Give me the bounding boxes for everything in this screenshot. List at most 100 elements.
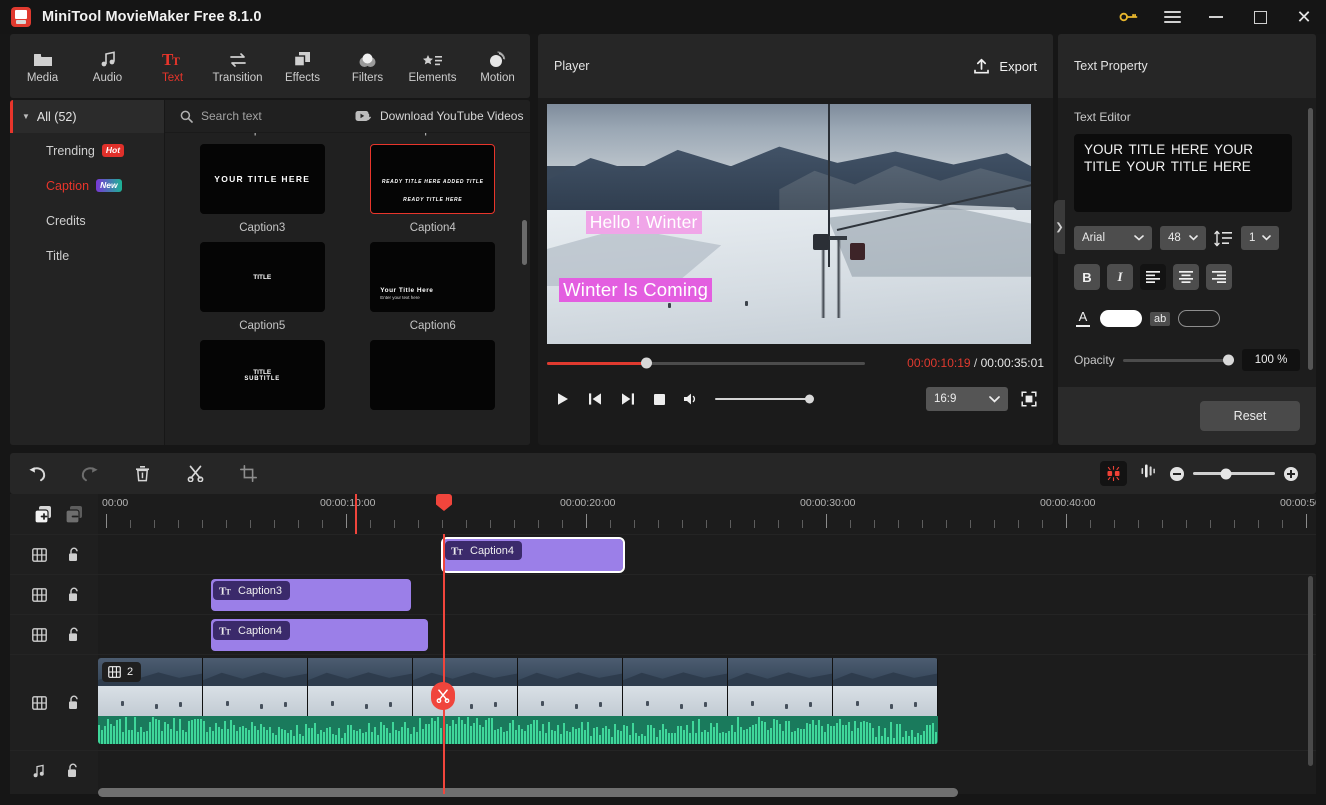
auto-split-button[interactable] [1100,461,1127,486]
stop-button[interactable] [643,384,675,414]
film-icon[interactable] [32,695,47,710]
waveform-bar [443,728,445,744]
play-button[interactable] [547,384,579,414]
timeline-horizontal-scrollbar[interactable] [98,788,958,797]
music-note-icon[interactable] [32,764,46,778]
outline-color-swatch[interactable] [1178,310,1221,327]
outline-color-button[interactable]: ab [1150,311,1171,326]
remove-track-icon[interactable] [65,505,84,524]
tab-elements[interactable]: Elements [401,48,465,84]
category-title[interactable]: Title [10,238,164,273]
preview-caption-2[interactable]: Winter Is Coming [559,278,713,302]
opacity-slider[interactable] [1122,354,1234,366]
zoom-knob[interactable] [1220,468,1232,479]
align-right-button[interactable] [1206,264,1232,290]
progress-slider[interactable] [547,357,865,369]
font-color-button[interactable]: A [1074,310,1092,327]
timeline-track-text-2[interactable]: TT Caption3 [98,574,1316,614]
line-spacing-icon[interactable] [1214,230,1233,247]
redo-button[interactable] [63,453,116,494]
template-thumbnail-caption3[interactable]: TITLE [199,242,325,312]
preview-caption-1[interactable]: Hello ! Winter [585,210,702,234]
main-menu-button[interactable] [1150,0,1194,34]
previous-frame-button[interactable] [579,384,611,414]
template-thumbnail-caption6[interactable] [370,340,496,410]
maximize-button[interactable] [1238,0,1282,34]
timeline-track-video-main[interactable]: 2 [98,654,1316,750]
progress-knob[interactable] [640,357,652,369]
volume-knob[interactable] [805,394,814,404]
template-thumbnail-caption2[interactable]: READY TITLE HERE ADDED TITLE READY TITLE… [370,144,496,214]
font-color-swatch[interactable] [1100,310,1142,327]
playhead-split-button[interactable] [431,682,455,710]
search-input[interactable]: Search text [165,109,355,123]
unlock-icon[interactable] [66,763,79,778]
tab-effects[interactable]: Effects [271,48,335,84]
film-icon[interactable] [32,587,47,602]
bold-button[interactable]: B [1074,264,1100,290]
aspect-ratio-select[interactable]: 16:9 [926,387,1008,411]
tab-text[interactable]: TT Text [141,48,205,84]
font-size-select[interactable]: 48 [1160,226,1206,250]
tab-audio[interactable]: Audio [76,48,140,84]
delete-button[interactable] [116,453,169,494]
audio-detach-button[interactable] [1141,463,1156,484]
export-button[interactable]: Export [973,58,1037,75]
download-youtube-button[interactable]: Download YouTube Videos [355,109,523,123]
volume-slider[interactable] [715,394,814,404]
category-all[interactable]: ▼ All (52) [10,100,164,133]
film-icon[interactable] [32,627,47,642]
waveform-bar [581,722,583,744]
timeline-vertical-scrollbar[interactable] [1308,576,1313,766]
tab-media[interactable]: Media [11,48,75,84]
zoom-in-button[interactable] [1284,466,1298,481]
add-track-icon[interactable] [34,505,53,524]
volume-button[interactable] [675,384,707,414]
timeline-track-text-3[interactable]: TT Caption4 [98,614,1316,654]
next-frame-button[interactable] [611,384,643,414]
undo-button[interactable] [10,453,63,494]
video-preview[interactable]: Hello ! Winter Winter Is Coming [547,104,1031,344]
template-thumbnail-caption5[interactable]: TITLE SUBTITLE [199,340,325,410]
film-icon[interactable] [32,547,47,562]
fullscreen-button[interactable] [1014,386,1044,412]
category-caption[interactable]: Caption New [10,168,164,203]
opacity-value[interactable]: 100 % [1242,349,1300,371]
minimize-button[interactable] [1194,0,1238,34]
opacity-knob[interactable] [1223,354,1234,366]
tab-transition[interactable]: Transition [206,48,270,84]
align-center-button[interactable] [1173,264,1199,290]
unlock-icon[interactable] [67,627,80,642]
font-family-select[interactable]: Arial [1074,226,1152,250]
zoom-slider[interactable] [1193,468,1275,479]
category-trending[interactable]: Trending Hot [10,133,164,168]
crop-button[interactable] [222,453,275,494]
timeline-track-audio[interactable] [98,750,1316,790]
clip-video-main[interactable]: 2 [98,658,938,744]
italic-button[interactable]: I [1107,264,1133,290]
close-button[interactable]: ✕ [1282,0,1326,34]
line-spacing-select[interactable]: 1 [1241,226,1279,250]
clip-caption4-selected[interactable]: TT Caption4 [441,537,625,573]
text-editor-input[interactable]: YOUR TITLE HERE YOUR TITLE YOUR TITLE HE… [1074,134,1292,212]
clip-caption4[interactable]: TT Caption4 [211,619,428,651]
split-button[interactable] [169,453,222,494]
tab-motion[interactable]: Motion [466,48,530,84]
timeline-ruler[interactable]: 00:00 00:00:10:00 00:00:20:00 00:00:30:0… [98,494,1316,534]
align-left-button[interactable] [1140,264,1166,290]
timeline-track-text-1[interactable]: TT Caption4 [98,534,1316,574]
panel-collapse-toggle[interactable]: ❯ [1054,200,1065,254]
template-thumbnail-caption4[interactable]: Your Title Here Enter your text here [370,242,496,312]
unlock-icon[interactable] [67,695,80,710]
unlock-icon[interactable] [67,547,80,562]
zoom-out-button[interactable] [1170,466,1184,481]
category-credits[interactable]: Credits [10,203,164,238]
property-scrollbar[interactable] [1308,108,1313,370]
clip-caption3[interactable]: TT Caption3 [211,579,411,611]
reset-button[interactable]: Reset [1200,401,1300,431]
template-thumbnail-caption1[interactable]: YOUR TITLE HERE [199,144,325,214]
license-key-button[interactable] [1106,0,1150,34]
library-scrollbar[interactable] [522,220,527,265]
unlock-icon[interactable] [67,587,80,602]
tab-filters[interactable]: Filters [336,48,400,84]
